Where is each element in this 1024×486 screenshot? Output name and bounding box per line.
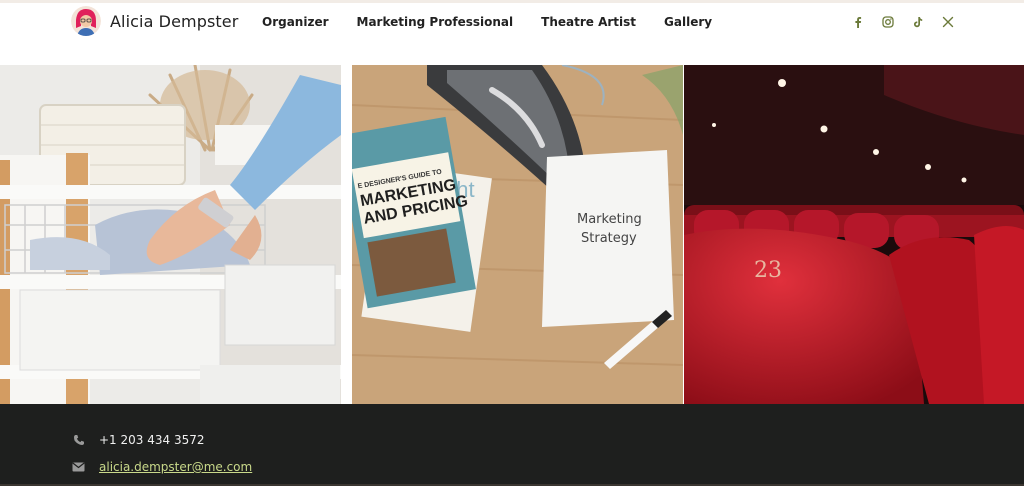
nav-item-theatre-artist[interactable]: Theatre Artist: [541, 15, 636, 29]
site-brand-link[interactable]: Alicia Dempster: [71, 6, 238, 36]
email-link[interactable]: alicia.dempster@me.com: [99, 460, 252, 474]
nav-item-organizer[interactable]: Organizer: [262, 15, 329, 29]
x-icon[interactable]: [940, 14, 956, 30]
site-footer: +1 203 434 3572 alicia.dempster@me.com: [0, 404, 1024, 486]
gallery-image-marketing[interactable]: ght E DESIGNER'S GUIDE TO MARKETING AND …: [352, 65, 683, 404]
site-header: Alicia Dempster Organizer Marketing Prof…: [0, 3, 1024, 65]
seat-number: 23: [754, 258, 782, 283]
mail-icon: [72, 461, 85, 474]
nav-item-gallery[interactable]: Gallery: [664, 15, 712, 29]
instagram-icon[interactable]: [880, 14, 896, 30]
footer-phone: +1 203 434 3572: [72, 433, 204, 447]
image-gallery: ght E DESIGNER'S GUIDE TO MARKETING AND …: [0, 65, 1024, 404]
tiktok-icon[interactable]: [910, 14, 926, 30]
facebook-icon[interactable]: [850, 14, 866, 30]
phone-icon: [72, 434, 85, 447]
site-title: Alicia Dempster: [110, 11, 239, 31]
note-line-1: Marketing: [577, 212, 642, 227]
gallery-image-theatre[interactable]: 23: [684, 65, 1024, 404]
avatar: [71, 6, 101, 36]
note-line-2: Strategy: [581, 231, 637, 246]
footer-email: alicia.dempster@me.com: [72, 460, 252, 474]
nav-item-marketing-professional[interactable]: Marketing Professional: [357, 15, 514, 29]
gallery-image-organizer[interactable]: [0, 65, 341, 404]
main-nav: Organizer Marketing Professional Theatre…: [262, 15, 712, 29]
phone-number: +1 203 434 3572: [99, 433, 205, 447]
social-links: [850, 14, 956, 30]
